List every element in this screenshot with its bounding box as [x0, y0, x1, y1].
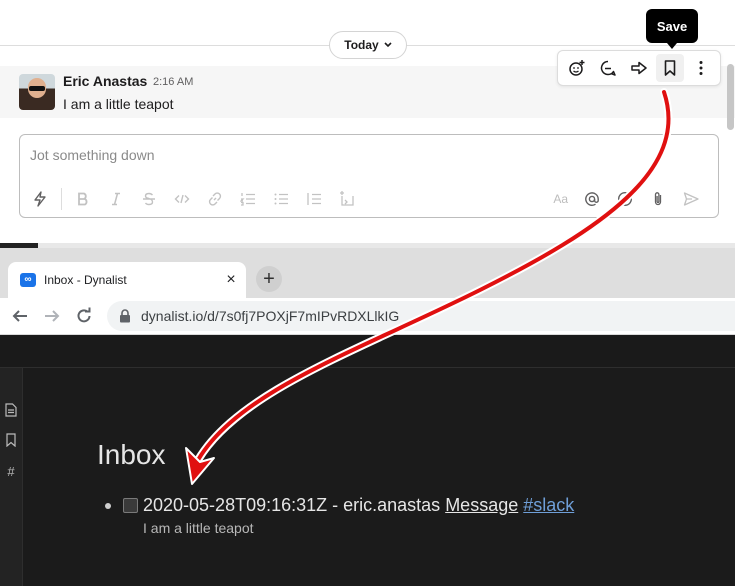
message-composer[interactable]: Aa — [19, 134, 719, 218]
reload-icon — [77, 307, 91, 323]
ordered-list-button[interactable] — [236, 187, 260, 211]
bulleted-list-icon — [274, 193, 288, 205]
item-note[interactable]: I am a little teapot — [143, 520, 254, 536]
blockquote-icon — [307, 193, 321, 205]
emoji-button[interactable] — [613, 187, 637, 211]
code-block-icon — [340, 191, 354, 206]
file-pane-button[interactable] — [3, 402, 19, 418]
bookmark-icon — [6, 433, 16, 447]
bookmarks-pane-button[interactable] — [3, 432, 19, 448]
send-button[interactable] — [679, 187, 703, 211]
italic-icon — [112, 192, 120, 206]
ordered-list-icon — [240, 193, 255, 206]
attach-file-button[interactable] — [646, 187, 670, 211]
close-tab-icon[interactable]: × — [222, 271, 240, 289]
lightning-icon — [34, 191, 46, 207]
composer-toolbar: Aa — [28, 187, 712, 211]
dynalist-sidebar: # — [0, 368, 23, 586]
at-sign-icon — [585, 192, 599, 206]
reload-button[interactable] — [73, 305, 95, 327]
new-tab-button[interactable]: + — [256, 266, 282, 292]
shortcuts-button[interactable] — [28, 187, 52, 211]
strikethrough-icon — [143, 192, 155, 206]
send-icon — [683, 192, 699, 206]
back-arrow-icon — [12, 310, 27, 322]
dynalist-top-bar — [0, 335, 735, 368]
browser-window: ∞ Inbox - Dynalist × + dynalist.io/d/7s0… — [0, 248, 735, 586]
list-item[interactable]: 2020-05-28T09:16:31Z - eric.anastas Mess… — [143, 495, 574, 516]
blockquote-button[interactable] — [302, 187, 326, 211]
more-actions-button[interactable] — [687, 54, 715, 82]
more-actions-icon — [699, 61, 703, 75]
formatting-toggle-button[interactable]: Aa — [553, 192, 568, 206]
mention-button[interactable] — [580, 187, 604, 211]
forward-arrow-icon — [45, 310, 60, 322]
message-link[interactable]: Message — [445, 495, 518, 515]
dynalist-document: Inbox 2020-05-28T09:16:31Z - eric.anasta… — [23, 368, 735, 586]
avatar[interactable] — [19, 74, 55, 110]
link-icon — [208, 192, 222, 206]
code-icon — [174, 194, 190, 204]
composer-divider — [61, 188, 62, 210]
emoji-icon — [617, 191, 633, 207]
chevron-down-icon — [384, 40, 392, 50]
code-button[interactable] — [170, 187, 194, 211]
italic-button[interactable] — [104, 187, 128, 211]
message-author[interactable]: Eric Anastas — [63, 73, 147, 89]
tag-icon[interactable]: # — [3, 463, 19, 479]
paperclip-icon — [654, 192, 662, 206]
share-icon — [631, 61, 647, 75]
address-bar[interactable]: dynalist.io/d/7s0fj7POXjF7mIPvRDXLlkIG — [107, 301, 735, 331]
document-title[interactable]: Inbox — [97, 439, 166, 471]
scrollbar[interactable] — [727, 64, 734, 130]
date-divider-label: Today — [344, 38, 379, 52]
url-text[interactable]: dynalist.io/d/7s0fj7POXjF7mIPvRDXLlkIG — [141, 308, 399, 324]
code-block-button[interactable] — [335, 187, 359, 211]
slack-channel-view: Today Eric Anastas 2:16 AM I am a little… — [0, 0, 735, 248]
item-text: 2020-05-28T09:16:31Z - eric.anastas — [143, 495, 446, 515]
link-button[interactable] — [203, 187, 227, 211]
lock-icon[interactable] — [119, 309, 131, 328]
avatar-sunglasses — [29, 86, 45, 91]
message-timestamp[interactable]: 2:16 AM — [153, 76, 193, 88]
message-text: I am a little teapot — [63, 96, 174, 112]
add-reaction-icon — [569, 60, 585, 76]
composer-right-actions: Aa — [553, 187, 712, 211]
file-icon — [5, 403, 17, 417]
slack-tag-link[interactable]: #slack — [523, 495, 574, 515]
bold-icon — [78, 192, 88, 206]
share-message-button[interactable] — [625, 54, 653, 82]
browser-toolbar: dynalist.io/d/7s0fj7POXjF7mIPvRDXLlkIG — [0, 298, 735, 335]
tab-title: Inbox - Dynalist — [44, 273, 127, 287]
tab-strip: ∞ Inbox - Dynalist × + — [0, 248, 735, 298]
reply-in-thread-button[interactable] — [594, 54, 622, 82]
item-bullet[interactable] — [105, 503, 111, 509]
bold-button[interactable] — [71, 187, 95, 211]
forward-button[interactable] — [41, 305, 63, 327]
message-hover-toolbar — [557, 50, 721, 86]
composer-input[interactable] — [30, 147, 690, 163]
reply-in-thread-icon — [600, 60, 616, 76]
back-button[interactable] — [9, 305, 31, 327]
date-divider-button[interactable]: Today — [329, 31, 407, 59]
save-message-button[interactable] — [655, 54, 684, 82]
bookmark-icon — [664, 60, 676, 76]
item-checkbox[interactable] — [123, 498, 138, 513]
add-reaction-button[interactable] — [563, 54, 591, 82]
bulleted-list-button[interactable] — [269, 187, 293, 211]
strikethrough-button[interactable] — [137, 187, 161, 211]
tab-inbox-dynalist[interactable]: ∞ Inbox - Dynalist × — [8, 262, 246, 298]
save-tooltip: Save — [646, 9, 698, 49]
dynalist-favicon-icon: ∞ — [20, 273, 36, 287]
